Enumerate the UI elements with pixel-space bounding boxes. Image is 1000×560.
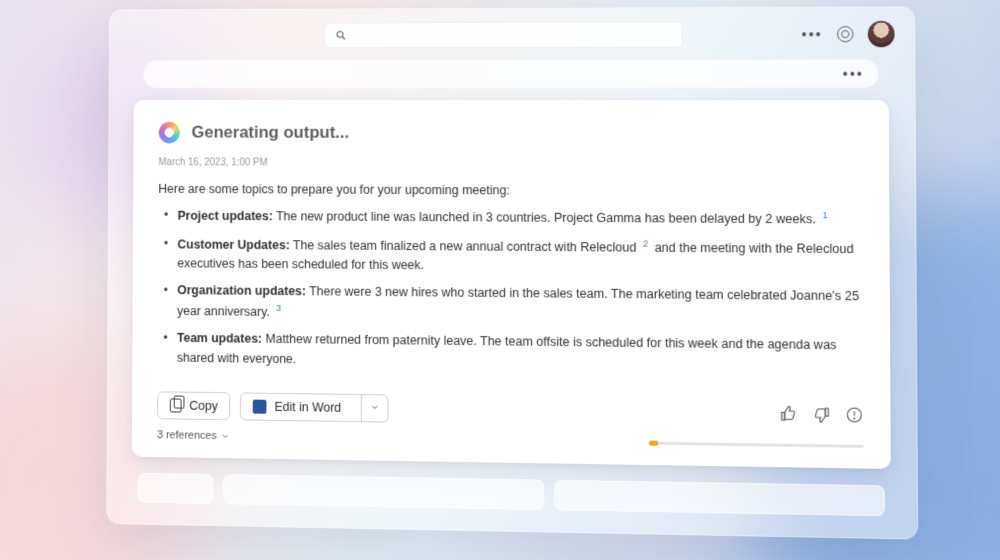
global-search-input[interactable]: [324, 21, 682, 48]
more-icon[interactable]: •••: [802, 26, 823, 42]
bullet-text: The sales team finalized a new annual co…: [293, 238, 636, 254]
suggestion-chip[interactable]: [137, 473, 213, 504]
list-item: Organization updates: There were 3 new h…: [163, 282, 863, 329]
search-icon: [335, 29, 347, 41]
copy-icon: [170, 399, 182, 413]
edit-label: Edit in Word: [274, 400, 341, 415]
copy-button[interactable]: Copy: [157, 391, 230, 420]
list-item: Team updates: Matthew returned from pate…: [163, 329, 863, 376]
bullet-label: Team updates:: [177, 331, 262, 346]
word-icon: [253, 400, 267, 414]
reference-chip[interactable]: 2: [640, 237, 651, 251]
suggestion-chip[interactable]: [223, 474, 544, 510]
list-item: Customer Updates: The sales team finaliz…: [164, 234, 863, 279]
chevron-down-icon: [370, 402, 380, 412]
bullet-text: Matthew returned from paternity leave. T…: [177, 332, 837, 366]
thumbs-down-icon[interactable]: [812, 405, 831, 424]
reference-chip[interactable]: 3: [273, 302, 284, 316]
timestamp: March 16, 2023, 1:00 PM: [158, 157, 862, 170]
suggestion-chip[interactable]: [554, 480, 885, 517]
copy-label: Copy: [189, 399, 217, 413]
thumbs-up-icon[interactable]: [779, 405, 798, 424]
bullet-label: Customer Updates:: [177, 237, 289, 252]
references-label: 3 references: [157, 429, 217, 442]
bullet-label: Organization updates:: [177, 284, 306, 299]
app-window: ••• ••• Generating output... March 16, 2…: [106, 6, 918, 539]
suggestion-row: [137, 473, 885, 517]
reference-chip[interactable]: 1: [819, 209, 830, 223]
bullet-text: The new product line was launched in 3 c…: [276, 209, 816, 226]
references-toggle[interactable]: 3 references: [157, 429, 230, 442]
more-icon[interactable]: •••: [843, 66, 864, 82]
card-title: Generating output...: [191, 123, 349, 143]
edit-dropdown-caret[interactable]: [361, 395, 388, 422]
avatar[interactable]: [868, 21, 895, 47]
response-card: Generating output... March 16, 2023, 1:0…: [132, 100, 891, 469]
progress-bar: [649, 441, 864, 447]
intro-text: Here are some topics to prepare you for …: [158, 182, 862, 199]
settings-icon[interactable]: [837, 26, 853, 42]
title-bar: •••: [126, 17, 897, 59]
report-icon[interactable]: [845, 406, 864, 425]
edit-in-word-button[interactable]: Edit in Word: [240, 393, 388, 423]
copilot-logo: [159, 122, 180, 144]
list-item: Project updates: The new product line wa…: [164, 206, 863, 231]
bullet-list: Project updates: The new product line wa…: [157, 206, 863, 376]
bullet-label: Project updates:: [178, 209, 273, 223]
secondary-search-bar[interactable]: •••: [143, 59, 878, 88]
chevron-down-icon: [220, 431, 230, 441]
